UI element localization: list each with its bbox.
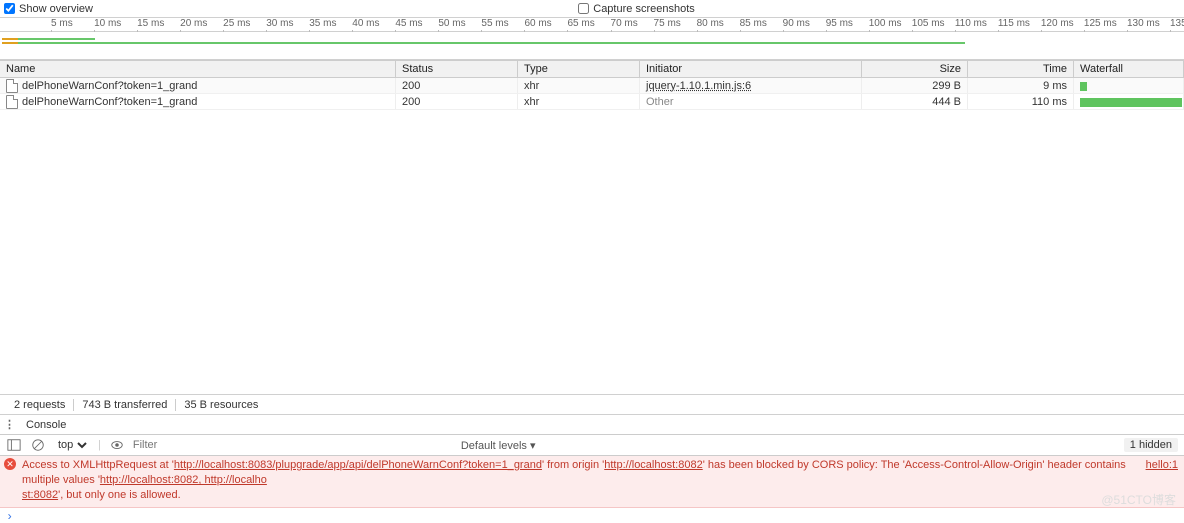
size-cell: 299 B (862, 78, 968, 93)
drawer-menu-icon[interactable]: ⋮ (4, 418, 14, 431)
clear-console-icon[interactable] (30, 437, 46, 453)
live-expression-icon[interactable] (109, 437, 125, 453)
ruler-tick: 90 ms (783, 18, 810, 29)
ruler-tick: 85 ms (740, 18, 767, 29)
network-rows: delPhoneWarnConf?token=1_grand 200xhrjque… (0, 78, 1184, 394)
console-filter-input[interactable] (133, 439, 253, 451)
table-row[interactable]: delPhoneWarnConf?token=1_grand 200xhr Othe… (0, 94, 1184, 110)
error-url-3[interactable]: http://localhost:8082, http://localho (100, 474, 267, 486)
table-row[interactable]: delPhoneWarnConf?token=1_grand 200xhrjque… (0, 78, 1184, 94)
ruler-tick: 5 ms (51, 18, 73, 29)
ruler-tick: 130 ms (1127, 18, 1160, 29)
request-name: delPhoneWarnConf?token=1_grand (22, 80, 197, 92)
ruler-tick: 40 ms (352, 18, 379, 29)
ruler-tick: 135 (1170, 18, 1184, 29)
col-header-size[interactable]: Size (862, 61, 968, 77)
summary-transferred: 743 B transferred (74, 399, 176, 411)
time-cell: 9 ms (968, 78, 1074, 93)
ruler-tick: 120 ms (1041, 18, 1074, 29)
capture-screenshots-toggle[interactable]: Capture screenshots (578, 3, 695, 15)
ruler-tick: 65 ms (567, 18, 594, 29)
ruler-tick: 75 ms (654, 18, 681, 29)
error-url-1[interactable]: http://localhost:8083/plupgrade/app/api/… (174, 459, 542, 471)
console-sidebar-icon[interactable] (6, 437, 22, 453)
request-name: delPhoneWarnConf?token=1_grand (22, 96, 197, 108)
initiator-link[interactable]: jquery-1.10.1.min.js:6 (646, 80, 751, 92)
col-header-status[interactable]: Status (396, 61, 518, 77)
col-header-name[interactable]: Name (0, 61, 396, 77)
error-icon: ✕ (4, 458, 16, 470)
drawer-tabs: ⋮ Console (0, 414, 1184, 434)
ruler-tick: 70 ms (611, 18, 638, 29)
ruler-tick: 20 ms (180, 18, 207, 29)
ruler-tick: 15 ms (137, 18, 164, 29)
timeline-ruler[interactable]: 5 ms 10 ms 15 ms 20 ms 25 ms 30 ms 35 ms 40 ms 4… (0, 18, 1184, 32)
overview-toolbar: Show overview Capture screenshots (0, 0, 1184, 18)
show-overview-toggle[interactable]: Show overview (4, 3, 93, 15)
col-header-type[interactable]: Type (518, 61, 640, 77)
ruler-tick: 55 ms (481, 18, 508, 29)
type-cell: xhr (518, 94, 640, 109)
file-icon (6, 95, 18, 109)
log-levels-selector[interactable]: Default levels ▾ (461, 439, 536, 452)
col-header-waterfall[interactable]: Waterfall (1074, 61, 1184, 77)
ruler-tick: 115 ms (998, 18, 1030, 29)
ruler-tick: 35 ms (309, 18, 336, 29)
ruler-tick: 50 ms (438, 18, 465, 29)
ruler-tick: 30 ms (266, 18, 293, 29)
error-url-tail[interactable]: st:8082 (22, 489, 58, 501)
console-toolbar: top | Default levels ▾ 1 hidden (0, 434, 1184, 456)
col-header-time[interactable]: Time (968, 61, 1074, 77)
waterfall-bar (1080, 98, 1182, 107)
ruler-tick: 110 ms (955, 18, 987, 29)
network-table-header: Name Status Type Initiator Size Time Wat… (0, 60, 1184, 78)
show-overview-label: Show overview (19, 3, 93, 15)
ruler-tick: 10 ms (94, 18, 121, 29)
hidden-count[interactable]: 1 hidden (1124, 438, 1178, 452)
console-prompt[interactable]: › (0, 508, 1184, 523)
col-header-initiator[interactable]: Initiator (640, 61, 862, 77)
ruler-tick: 25 ms (223, 18, 250, 29)
overview-bar (18, 42, 965, 44)
waterfall-bar (1080, 82, 1087, 91)
initiator-text: Other (646, 96, 674, 108)
overview-bar (18, 38, 95, 40)
file-icon (6, 79, 18, 93)
summary-requests: 2 requests (6, 399, 74, 411)
time-cell: 110 ms (968, 94, 1074, 109)
size-cell: 444 B (862, 94, 968, 109)
error-source-link[interactable]: hello:1 (1146, 458, 1178, 472)
ruler-tick: 125 ms (1084, 18, 1117, 29)
ruler-tick: 80 ms (697, 18, 724, 29)
ruler-tick: 60 ms (524, 18, 551, 29)
status-cell: 200 (396, 78, 518, 93)
network-summary: 2 requests 743 B transferred 35 B resour… (0, 394, 1184, 414)
timeline-overview[interactable] (0, 32, 1184, 60)
context-selector[interactable]: top (54, 438, 90, 452)
capture-screenshots-checkbox[interactable] (578, 3, 589, 14)
status-cell: 200 (396, 94, 518, 109)
summary-resources: 35 B resources (176, 399, 266, 411)
capture-screenshots-label: Capture screenshots (593, 3, 695, 15)
watermark: @51CTO博客 (1101, 491, 1176, 508)
ruler-tick: 95 ms (826, 18, 853, 29)
ruler-tick: 100 ms (869, 18, 902, 29)
type-cell: xhr (518, 78, 640, 93)
show-overview-checkbox[interactable] (4, 3, 15, 14)
error-url-2[interactable]: http://localhost:8082 (604, 459, 702, 471)
ruler-tick: 105 ms (912, 18, 945, 29)
console-error-message[interactable]: ✕ hello:1 Access to XMLHttpRequest at 'h… (0, 456, 1184, 508)
tab-console[interactable]: Console (22, 417, 70, 433)
ruler-tick: 45 ms (395, 18, 422, 29)
